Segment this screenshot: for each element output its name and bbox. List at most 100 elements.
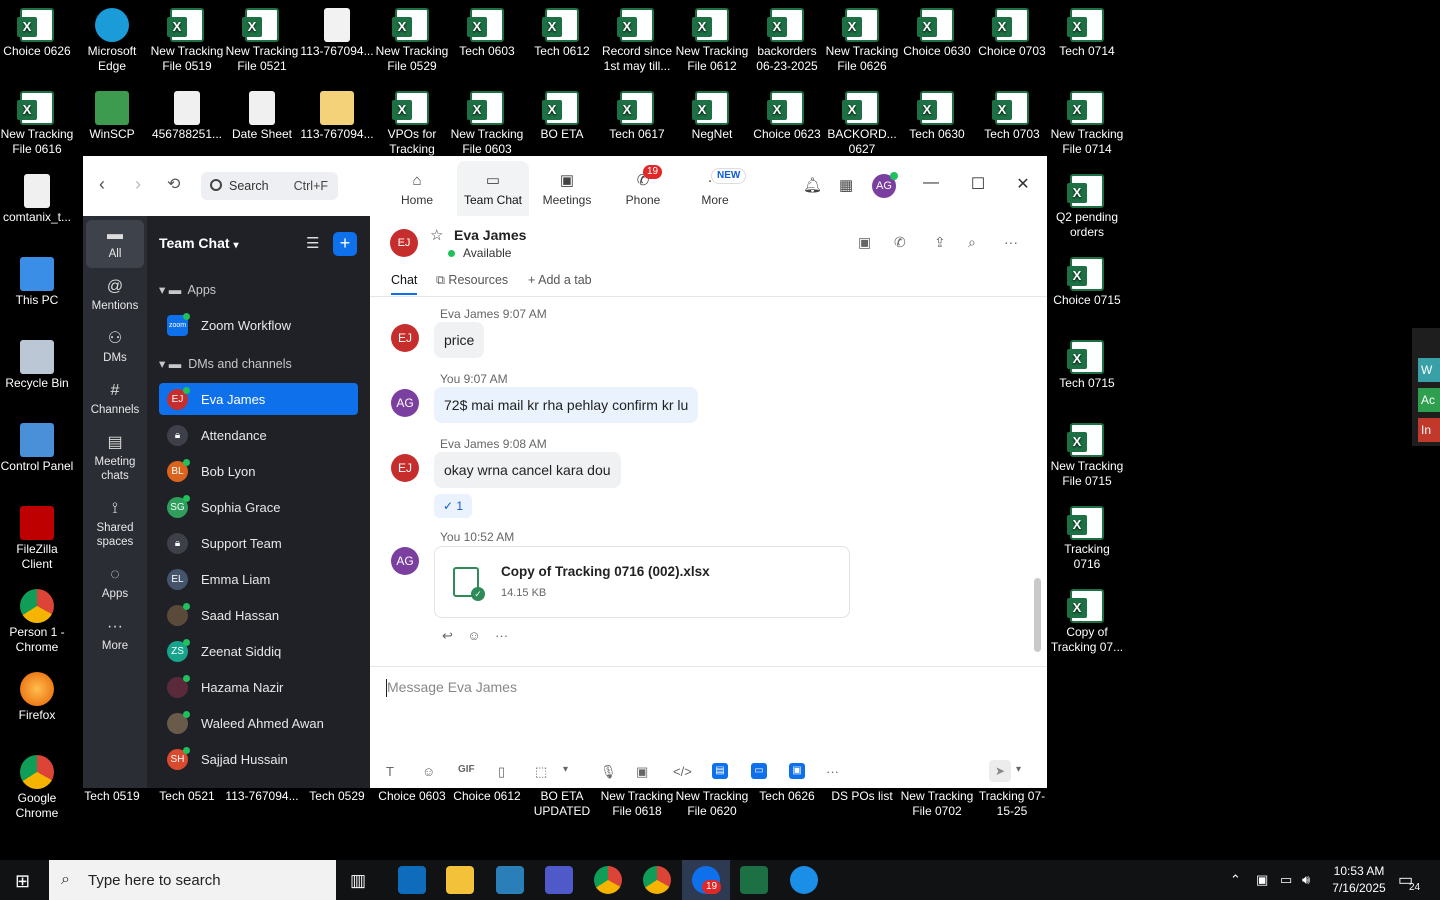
app-icon[interactable] — [790, 866, 818, 894]
desktop-icon[interactable]: Choice 0703 — [975, 8, 1049, 59]
desktop-icon[interactable]: Microsoft Edge — [75, 8, 149, 74]
minimize-icon[interactable]: — — [921, 174, 941, 192]
rail-shared-spaces[interactable]: ⟟ Shared spaces — [86, 494, 144, 556]
tab-chat[interactable]: Chat — [391, 273, 418, 295]
desktop-icon[interactable]: New Tracking File 0714 — [1050, 91, 1124, 157]
message-bubble[interactable]: 72$ mai mail kr rha pehlay confirm kr lu — [434, 387, 699, 423]
desktop-icon[interactable]: 456788251... — [150, 91, 224, 142]
whiteboard-icon[interactable]: ▤ — [712, 763, 728, 779]
desktop-icon[interactable]: Tech 0617 — [600, 91, 674, 142]
tab-resources[interactable]: ⧉ Resources — [436, 273, 508, 288]
microphone-icon[interactable]: 🎙︎ — [600, 764, 617, 780]
more-options-icon[interactable]: ··· — [1004, 234, 1018, 250]
network-icon[interactable]: ▭ — [1280, 872, 1292, 888]
desktop-icon[interactable]: Choice 0626 — [0, 8, 74, 59]
reply-icon[interactable]: ↩ — [442, 628, 453, 643]
more-icon[interactable]: ··· — [495, 628, 508, 643]
format-text-icon[interactable]: T — [386, 764, 394, 779]
tab-home[interactable]: ⌂ Home — [381, 161, 453, 216]
desktop-icon[interactable]: Tech 0630 — [900, 91, 974, 142]
desktop-icon[interactable]: New Tracking File 0715 — [1050, 423, 1124, 489]
desktop-icon[interactable]: Tracking 07-15-25 — [975, 789, 1049, 819]
group-apps[interactable]: ▾ ▬ Apps — [159, 282, 216, 297]
desktop-icon[interactable]: New Tracking File 0529 — [375, 8, 449, 74]
more-tools-icon[interactable]: ··· — [826, 764, 839, 779]
desktop-icon[interactable]: Date Sheet — [225, 91, 299, 142]
desktop-icon[interactable]: Tech 0603 — [450, 8, 524, 59]
sidebar-item-attendance[interactable]: 🔒︎ Attendance — [159, 419, 358, 451]
desktop-icon[interactable]: This PC — [0, 257, 74, 308]
rail-channels[interactable]: # Channels — [86, 376, 144, 424]
tab-meetings[interactable]: ▣ Meetings — [531, 161, 603, 216]
sidebar-item-bob-lyon[interactable]: BL Bob Lyon — [159, 455, 358, 487]
desktop-icon[interactable]: BO ETA — [525, 91, 599, 142]
desktop-icon[interactable]: Tech 0626 — [750, 789, 824, 804]
share-screen-icon[interactable]: ⇪ — [934, 234, 946, 251]
rail-more[interactable]: ··· More — [86, 612, 144, 660]
sidebar-item-waleed-ahmed-awan[interactable]: Waleed Ahmed Awan — [159, 707, 358, 739]
desktop-icon[interactable]: comtanix_t... — [0, 174, 74, 225]
outlook-icon[interactable] — [398, 866, 426, 894]
desktop-icon[interactable]: Tech 0519 — [75, 789, 149, 804]
sidebar-item-eva-james[interactable]: EJ Eva James — [159, 383, 358, 415]
teams-icon[interactable] — [545, 866, 573, 894]
group-dms[interactable]: ▾ ▬ DMs and channels — [159, 356, 292, 371]
desktop-icon[interactable]: Person 1 - Chrome — [0, 589, 74, 655]
reaction-badge[interactable]: ✓ 1 — [434, 494, 472, 518]
docs-icon[interactable]: ▣ — [789, 763, 805, 779]
desktop-icon[interactable]: Choice 0623 — [750, 91, 824, 142]
search-bar[interactable]: Search Ctrl+F — [201, 172, 338, 200]
side-panel-tab[interactable]: Ac — [1418, 388, 1440, 412]
filter-icon[interactable]: ☰ — [306, 234, 319, 252]
desktop-icon[interactable]: NegNet — [675, 91, 749, 142]
chrome-profile-icon[interactable] — [643, 866, 671, 894]
rail-mentions[interactable]: @ Mentions — [86, 272, 144, 320]
rail-apps[interactable]: ◌ Apps — [86, 560, 144, 608]
new-chat-button[interactable]: + — [333, 232, 357, 256]
clock[interactable]: 10:53 AM 7/16/2025 — [1318, 863, 1400, 897]
desktop-icon[interactable]: Choice 0630 — [900, 8, 974, 59]
desktop-icon[interactable]: 113-767094... — [300, 91, 374, 142]
chrome-icon[interactable] — [594, 866, 622, 894]
screenshot-icon[interactable]: ⬚ — [535, 764, 547, 780]
sidebar-item-zeenat-siddiq[interactable]: ZS Zeenat Siddiq — [159, 635, 358, 667]
video-call-icon[interactable]: ▣ — [858, 234, 871, 251]
emoji-add-icon[interactable]: ☺ — [467, 628, 480, 643]
side-panel-tab[interactable]: In — [1418, 418, 1440, 442]
emoji-icon[interactable]: ☺ — [422, 764, 435, 779]
rail-all[interactable]: ▬ All — [86, 220, 144, 268]
contact-avatar[interactable]: EJ — [390, 229, 418, 257]
chevron-down-icon[interactable]: ▾ — [1016, 764, 1021, 775]
desktop-icon[interactable]: backorders 06-23-2025 — [750, 8, 824, 74]
sidebar-item-sophia-grace[interactable]: SG Sophia Grace — [159, 491, 358, 523]
sidebar-item-saad-hassan[interactable]: Saad Hassan — [159, 599, 358, 631]
desktop-icon[interactable]: New Tracking File 0612 — [675, 8, 749, 74]
sidebar-item-hazama-nazir[interactable]: Hazama Nazir — [159, 671, 358, 703]
gif-icon[interactable]: GIF — [458, 764, 475, 775]
sidebar-item-emma-liam[interactable]: EL Emma Liam — [159, 563, 358, 595]
desktop-icon[interactable]: New Tracking File 0626 — [825, 8, 899, 74]
sidebar-item-sajjad-hussain[interactable]: SH Sajjad Hussain — [159, 743, 358, 775]
task-view-icon[interactable]: ▥ — [350, 871, 366, 891]
back-arrow-icon[interactable]: ‹ — [99, 174, 105, 195]
maximize-icon[interactable]: ☐ — [968, 174, 988, 194]
desktop-icon[interactable]: Choice 0603 — [375, 789, 449, 804]
desktop-icon[interactable]: Choice 0612 — [450, 789, 524, 804]
scrollbar[interactable] — [1034, 578, 1041, 652]
bell-icon[interactable]: 🔔︎ — [803, 176, 822, 194]
sidebar-item-zoom-workflow[interactable]: zoom Zoom Workflow — [159, 309, 358, 341]
add-tab-button[interactable]: + Add a tab — [528, 273, 592, 287]
desktop-icon[interactable]: New Tracking File 0603 — [450, 91, 524, 157]
desktop-icon[interactable]: WinSCP — [75, 91, 149, 142]
clips-icon[interactable]: ▭ — [751, 763, 767, 779]
avatar[interactable]: AG — [391, 389, 419, 417]
desktop-icon[interactable]: Tech 0521 — [150, 789, 224, 804]
desktop-icon[interactable]: Tech 0612 — [525, 8, 599, 59]
desktop-icon[interactable]: VPOs for Tracking — [375, 91, 449, 157]
desktop-icon[interactable]: Q2 pending orders — [1050, 174, 1124, 240]
chevron-down-icon[interactable]: ▾ — [563, 764, 568, 775]
rail-meeting-chats[interactable]: ▤ Meeting chats — [86, 428, 144, 490]
file-icon[interactable]: ▯ — [498, 764, 505, 780]
search-icon[interactable]: ⌕ — [968, 234, 976, 251]
side-panel-tab[interactable]: W — [1418, 358, 1440, 382]
